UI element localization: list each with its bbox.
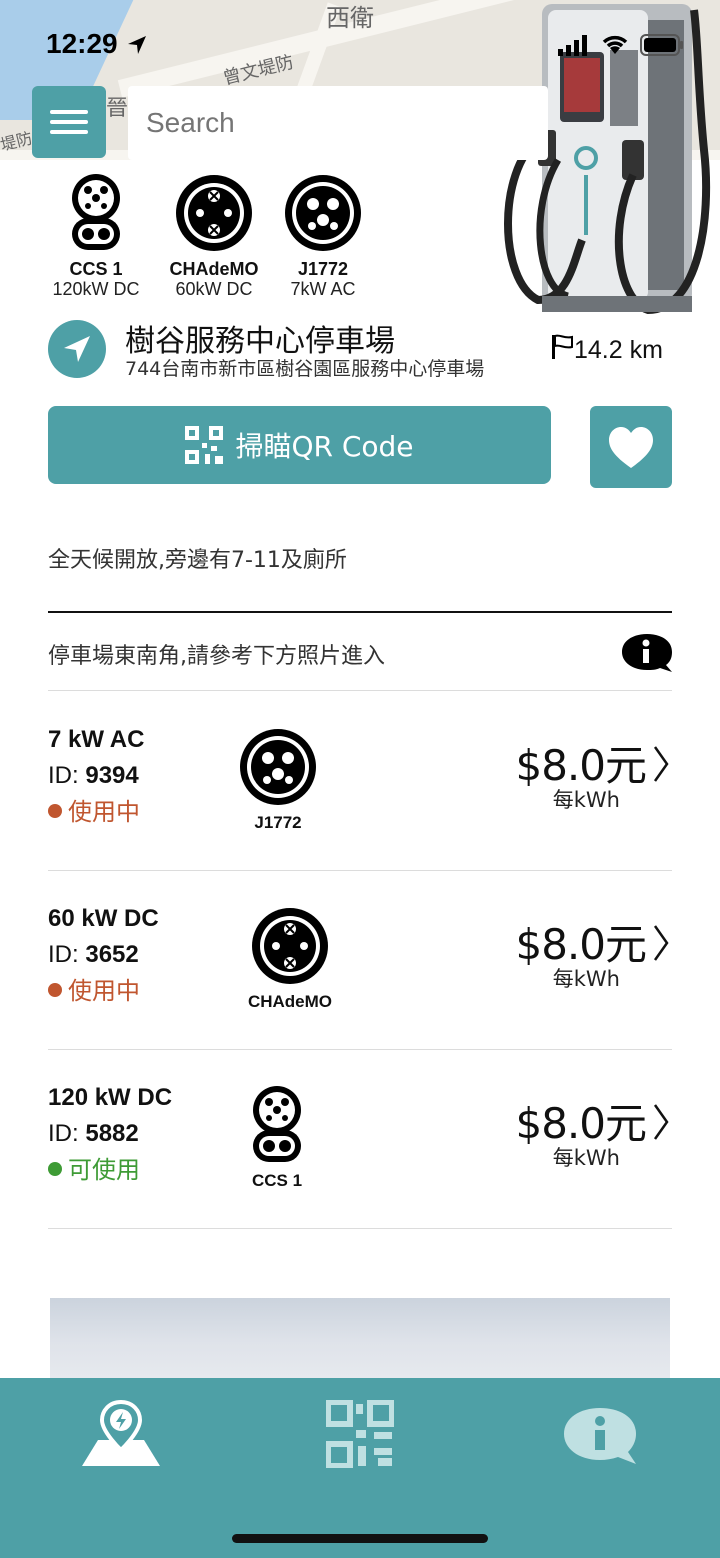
hamburger-icon — [50, 110, 88, 114]
charger-id: ID: 5882 — [48, 1120, 139, 1147]
price-unit: 每kWh — [552, 1146, 620, 1170]
price-unit: 每kWh — [552, 967, 620, 991]
heart-icon — [609, 427, 653, 468]
status-bar: 12:29 — [0, 0, 720, 90]
chademo-icon — [176, 175, 252, 251]
charger-id: ID: 9394 — [48, 762, 139, 789]
tab-scan[interactable] — [325, 1399, 395, 1473]
qr-code-icon — [325, 1399, 395, 1469]
connector-label: CHAdeMO — [247, 992, 333, 1011]
j1772-icon — [285, 175, 361, 251]
price-unit: 每kWh — [552, 788, 620, 812]
divider — [48, 1228, 672, 1229]
chevron-right-icon — [653, 1104, 669, 1140]
scan-qr-label: 掃瞄QR Code — [235, 430, 414, 463]
charger-connector: CHAdeMO — [234, 907, 346, 1012]
connector-spec: 60kW DC — [175, 279, 253, 299]
map-charge-icon — [82, 1399, 160, 1466]
connector-label: CCS 1 — [251, 1171, 303, 1190]
tab-bar — [0, 1378, 720, 1558]
divider — [48, 611, 672, 613]
menu-button[interactable] — [32, 86, 106, 158]
charger-row[interactable]: 60 kW DC ID: 3652 使用中 CHAdeMO $8.0元 每kWh — [48, 871, 672, 1049]
info-icon[interactable] — [620, 632, 674, 674]
tab-map[interactable] — [80, 1399, 162, 1475]
navigation-arrow-icon — [64, 336, 90, 362]
ccs1-icon — [72, 174, 120, 250]
distance: 14.2 km — [550, 334, 663, 365]
charger-status: 使用中 — [48, 792, 140, 827]
location-address: 744台南市新市區樹谷園區服務中心停車場 — [125, 358, 485, 380]
chademo-icon — [252, 908, 328, 984]
charger-row[interactable]: 7 kW AC ID: 9394 使用中 J1772 $8.0元 每kWh — [48, 692, 672, 870]
ccs1-icon — [253, 1086, 301, 1162]
charger-status: 可使用 — [48, 1150, 140, 1185]
home-indicator — [232, 1534, 488, 1543]
status-dot — [48, 1162, 62, 1176]
flag-icon — [552, 334, 573, 359]
status-dot — [48, 804, 62, 818]
charger-power: 120 kW DC — [48, 1084, 173, 1111]
station-description: 全天候開放,旁邊有7-11及廁所 — [48, 548, 347, 573]
charger-power: 60 kW DC — [48, 905, 159, 932]
connector-spec: 120kW DC — [52, 279, 140, 299]
chevron-right-icon — [653, 925, 669, 961]
charger-row[interactable]: 120 kW DC ID: 5882 可使用 CCS 1 $8.0元 每kWh — [48, 1050, 672, 1228]
navigate-button[interactable] — [48, 320, 106, 378]
map-label: 晉 — [106, 96, 129, 121]
scan-qr-button[interactable]: 掃瞄QR Code — [48, 406, 551, 484]
tab-info[interactable] — [562, 1406, 640, 1471]
connector-spec: 7kW AC — [290, 279, 356, 299]
connector-chademo: CHAdeMO 60kW DC — [162, 174, 266, 299]
favorite-button[interactable] — [590, 406, 672, 488]
status-dot — [48, 983, 62, 997]
signal-icon — [558, 35, 587, 56]
charger-power: 7 kW AC — [48, 726, 145, 753]
connector-label: J1772 — [254, 813, 302, 832]
directions-note: 停車場東南角,請參考下方照片進入 — [48, 644, 385, 669]
connector-name: CCS 1 — [69, 259, 123, 279]
status-time: 12:29 — [46, 28, 118, 59]
j1772-icon — [240, 729, 316, 805]
divider — [48, 690, 672, 691]
distance-value: 14.2 km — [574, 336, 663, 364]
connector-ccs1: CCS 1 120kW DC — [48, 174, 144, 299]
charger-connector: J1772 — [236, 728, 320, 833]
location-photo[interactable] — [50, 1298, 670, 1388]
qr-code-icon — [185, 426, 224, 464]
charger-connector: CCS 1 — [238, 1086, 316, 1191]
search-input[interactable] — [128, 86, 548, 160]
charger-status: 使用中 — [48, 971, 140, 1006]
info-icon — [564, 1408, 636, 1464]
connector-name: CHAdeMO — [169, 259, 259, 279]
chevron-right-icon — [653, 746, 669, 782]
charger-id: ID: 3652 — [48, 941, 139, 968]
location-arrow-icon — [128, 36, 146, 54]
battery-icon — [640, 34, 683, 56]
wifi-icon — [602, 35, 628, 54]
connector-name: J1772 — [297, 259, 349, 279]
connector-j1772: J1772 7kW AC — [278, 174, 368, 299]
